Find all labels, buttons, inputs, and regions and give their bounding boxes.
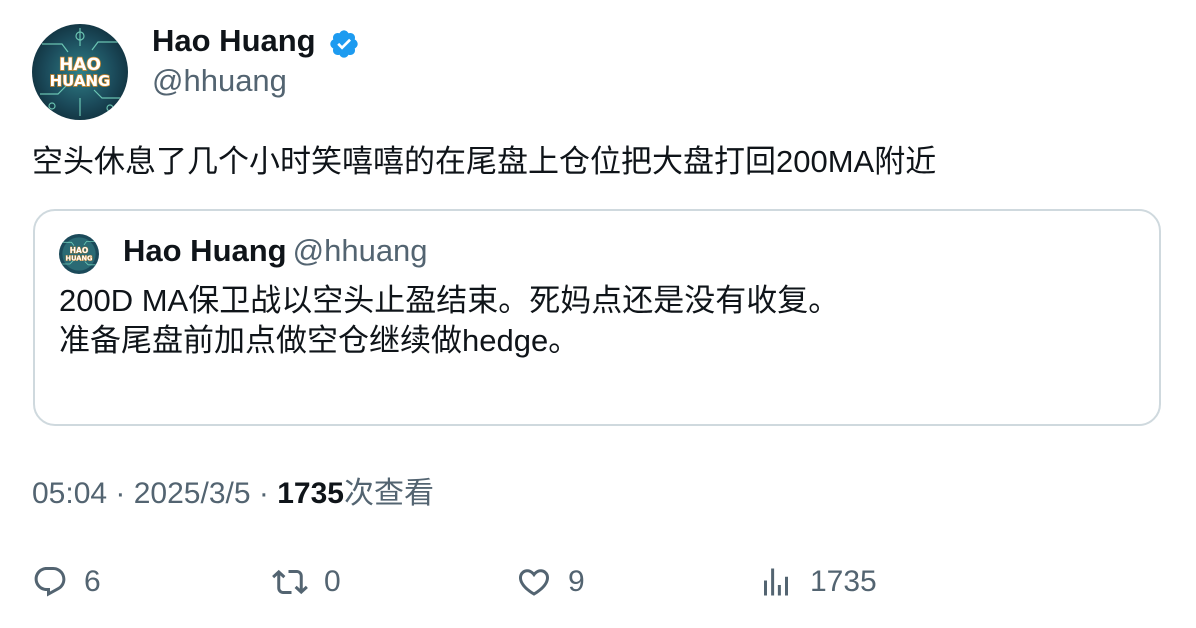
reply-button[interactable]: 6 xyxy=(32,562,101,602)
like-button[interactable]: 9 xyxy=(516,562,585,602)
quoted-header: Hao Huang @hhuang xyxy=(123,231,428,271)
meta-separator: · xyxy=(250,477,278,510)
view-count: 1735 xyxy=(277,477,344,510)
reply-icon xyxy=(34,567,66,597)
tweet-date[interactable]: 2025/3/5 xyxy=(134,477,251,510)
views-count: 1735 xyxy=(810,565,877,598)
retweet-icon xyxy=(272,569,308,595)
quoted-avatar-text-hao: HAO xyxy=(70,246,88,255)
avatar-text-huang: HUANG xyxy=(50,72,111,90)
quoted-text: 200D MA保卫战以空头止盈结束。死妈点还是没有收复。 准备尾盘前加点做空仓继… xyxy=(59,281,839,361)
meta-separator: · xyxy=(107,477,134,510)
verified-badge-icon xyxy=(328,28,360,60)
quoted-text-line-1: 200D MA保卫战以空头止盈结束。死妈点还是没有收复。 xyxy=(59,283,840,318)
quoted-author-handle: @hhuang xyxy=(292,233,428,268)
tweet-meta: 05:04 · 2025/3/5 · 1735次查看 xyxy=(32,474,434,514)
view-label: 次查看 xyxy=(343,477,434,510)
like-icon xyxy=(518,569,550,596)
quoted-author-avatar: HAO HUANG xyxy=(59,234,99,274)
author-avatar[interactable]: HAO HUANG xyxy=(32,24,128,120)
author-name[interactable]: Hao Huang xyxy=(152,22,316,60)
tweet-time[interactable]: 05:04 xyxy=(32,477,107,510)
views-icon xyxy=(764,568,788,596)
author-handle[interactable]: @hhuang xyxy=(152,62,287,100)
retweet-count: 0 xyxy=(324,565,341,598)
quoted-text-line-2: 准备尾盘前加点做空仓继续做hedge。 xyxy=(59,323,580,358)
quoted-avatar-text-huang: HUANG xyxy=(66,255,93,263)
quoted-tweet[interactable]: HAO HUANG Hao Huang @hhuang 200D MA保卫战以空头… xyxy=(33,209,1161,426)
reply-count: 6 xyxy=(84,565,101,598)
quoted-author-name: Hao Huang xyxy=(123,233,287,268)
views-button[interactable]: 1735 xyxy=(758,562,877,602)
like-count: 9 xyxy=(568,565,585,598)
tweet-text: 空头休息了几个小时笑嘻嘻的在尾盘上仓位把大盘打回200MA附近 xyxy=(32,144,937,179)
retweet-button[interactable]: 0 xyxy=(272,562,341,602)
